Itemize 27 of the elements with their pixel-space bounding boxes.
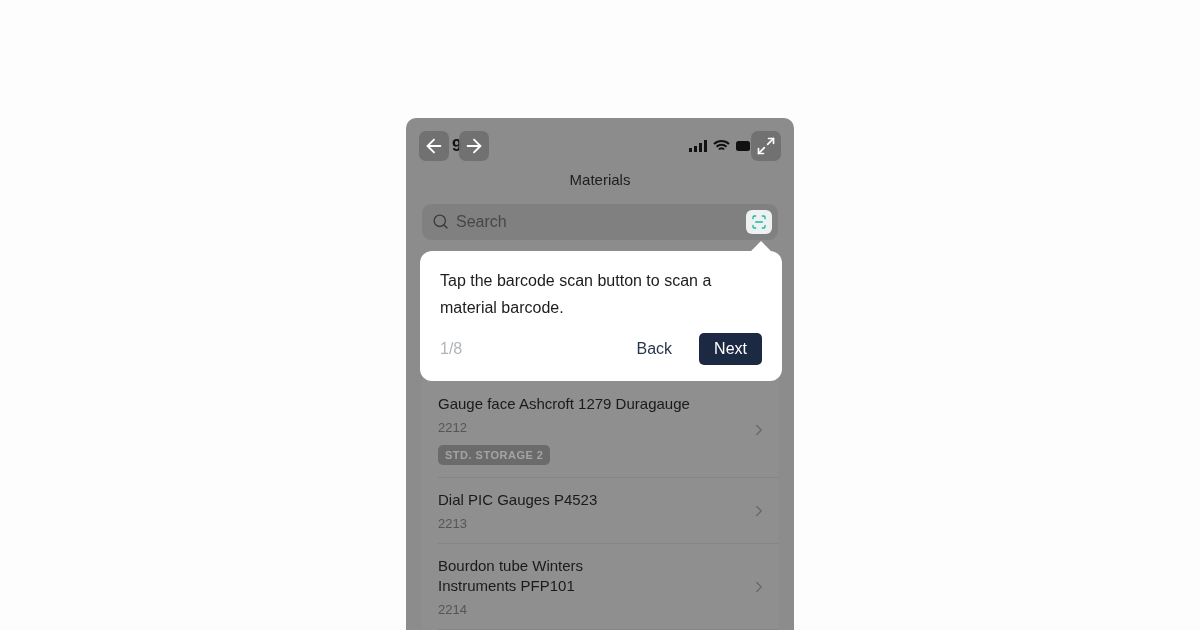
storage-tag: STD. STORAGE 2 <box>438 445 551 465</box>
tooltip-text: Tap the barcode scan button to scan a material barcode. <box>440 271 713 318</box>
step-counter: 1/8 <box>440 340 464 358</box>
next-button[interactable]: Next <box>699 333 762 365</box>
material-item[interactable]: Dial PIC Gauges P4523 2213 <box>438 478 778 544</box>
material-code: 2214 <box>438 602 468 617</box>
material-name: Gauge face Ashcroft 1279 Duragauge <box>438 394 691 414</box>
scan-button[interactable] <box>746 210 772 234</box>
signal-icon <box>689 139 707 152</box>
material-item[interactable]: Gauge face Ashcroft 1279 Duragauge 2212 STD. STORAGE 2 <box>438 382 778 478</box>
back-button[interactable] <box>419 131 449 161</box>
material-name: Bourdon tube Winters Instruments PFP101 <box>438 556 585 596</box>
scan-icon <box>751 214 767 230</box>
back-button[interactable]: Back <box>621 333 688 365</box>
search-field[interactable]: Search <box>422 204 778 240</box>
material-code: 2213 <box>438 516 468 531</box>
material-item[interactable]: Bourdon tube Winters Instruments PFP101 2214 <box>438 544 778 630</box>
expand-button[interactable] <box>751 131 781 161</box>
wifi-icon <box>713 139 730 152</box>
forward-button[interactable] <box>459 131 489 161</box>
material-name: Dial PIC Gauges P4523 <box>438 490 599 510</box>
page-title: Materials <box>568 171 632 188</box>
battery-icon <box>736 139 750 152</box>
material-code: 2212 <box>438 420 468 435</box>
search-icon <box>432 213 449 230</box>
status-time: 9 <box>452 135 462 156</box>
expand-icon <box>756 136 776 156</box>
